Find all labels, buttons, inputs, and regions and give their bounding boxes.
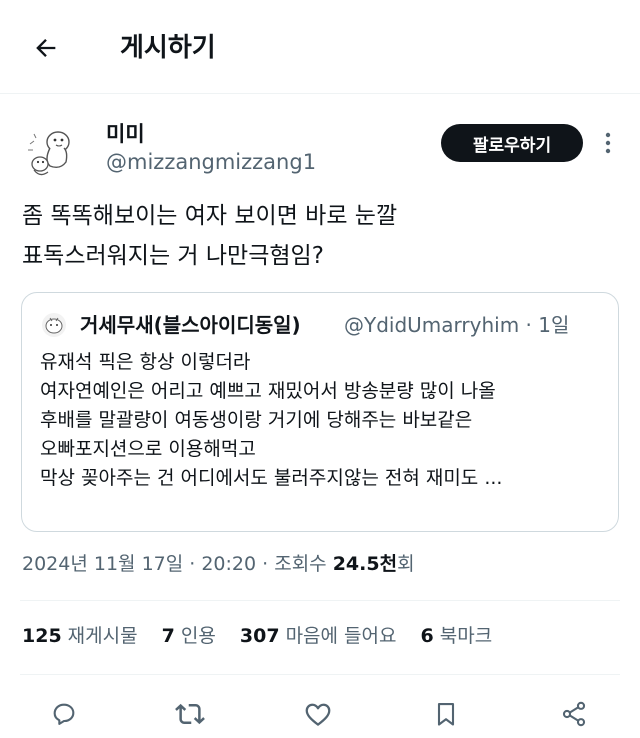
page-title: 게시하기 <box>120 33 216 63</box>
quoted-line: 여자연예인은 어리고 예쁘고 재밌어서 방송분량 많이 나올 <box>40 380 496 402</box>
divider <box>20 674 620 675</box>
avatar[interactable] <box>20 120 84 184</box>
divider <box>20 600 620 601</box>
views-count: 24.5천 <box>332 553 398 575</box>
stat-count: 7 <box>161 625 175 647</box>
quoted-handle-time: @YdidUmarryhim · 1일 <box>344 313 570 337</box>
quoted-avatar-drawing-icon <box>45 317 63 334</box>
tweet-line: 좀 똑똑해보이는 여자 보이면 바로 눈깔 <box>22 203 398 229</box>
tweet-text: 좀 똑똑해보이는 여자 보이면 바로 눈깔 표독스러워지는 거 나만극혐임? <box>22 196 618 276</box>
timestamp-row: 2024년 11월 17일 · 20:20 · 조회수 24.5천회 <box>22 549 415 579</box>
quoted-tweet-text: 유재석 픽은 항상 이렇더라 여자연예인은 어리고 예쁘고 재밌어서 방송분량 … <box>40 348 610 493</box>
like-icon <box>305 703 331 726</box>
reply-button[interactable] <box>44 694 84 734</box>
quoted-line: 유재석 픽은 항상 이렇더라 <box>40 351 251 373</box>
views-suffix: 회 <box>397 553 415 575</box>
engagement-stats: 125 재게시물 7 인용 307 마음에 들어요 6 북마크 <box>22 621 510 651</box>
arrow-left-icon <box>36 39 56 57</box>
quoted-tweet-card[interactable]: 거세무새(블스아이디동일) @YdidUmarryhim · 1일 유재석 픽은… <box>21 292 619 532</box>
stat-count: 307 <box>239 625 280 647</box>
stat-count: 125 <box>22 625 62 647</box>
post-date-time[interactable]: 2024년 11월 17일 · 20:20 · 조회수 <box>22 553 333 575</box>
more-vertical-icon <box>605 132 611 154</box>
bookmark-icon <box>437 703 455 726</box>
author-row: 미미 @mizzangmizzang1 팔로우하기 <box>20 112 620 192</box>
quoted-tweet-header: 거세무새(블스아이디동일) @YdidUmarryhim · 1일 <box>42 311 612 339</box>
quoted-line: 오빠포지션으로 이용해먹고 <box>40 438 256 460</box>
stat-likes[interactable]: 307 마음에 들어요 <box>240 621 397 651</box>
tweet-line: 표독스러워지는 거 나만극혐임? <box>22 243 324 269</box>
user-handle[interactable]: @mizzangmizzang1 <box>106 148 316 176</box>
quoted-avatar <box>42 313 66 337</box>
stat-label: 북마크 <box>439 625 493 647</box>
stat-bookmarks[interactable]: 6 북마크 <box>421 621 493 651</box>
quoted-line: 후배를 말괄량이 여동생이랑 거기에 당해주는 바보같은 <box>40 409 473 431</box>
repost-button[interactable] <box>170 694 210 734</box>
display-name[interactable]: 미미 <box>106 120 145 148</box>
avatar-drawing-icon <box>28 131 70 176</box>
stat-quotes[interactable]: 7 인용 <box>162 621 216 651</box>
quoted-display-name: 거세무새(블스아이디동일) <box>80 313 301 337</box>
follow-button[interactable]: 팔로우하기 <box>441 124 583 162</box>
stat-label: 인용 <box>180 625 216 647</box>
reply-icon <box>53 703 75 725</box>
like-button[interactable] <box>298 694 338 734</box>
bookmark-button[interactable] <box>426 694 466 734</box>
stat-label: 재게시물 <box>67 625 138 647</box>
quoted-line: 막상 꽂아주는 건 어디에서도 불러주지않는 전혀 재미도 ... <box>40 467 503 489</box>
top-bar: 게시하기 <box>0 0 640 94</box>
stat-count: 6 <box>420 625 434 647</box>
stat-reposts[interactable]: 125 재게시물 <box>22 621 138 651</box>
retweet-icon <box>175 703 205 725</box>
more-options-button[interactable] <box>596 124 620 162</box>
action-bar <box>20 690 620 738</box>
back-button[interactable] <box>26 28 66 68</box>
stat-label: 마음에 들어요 <box>285 625 397 647</box>
share-icon <box>562 701 586 727</box>
share-button[interactable] <box>554 694 594 734</box>
